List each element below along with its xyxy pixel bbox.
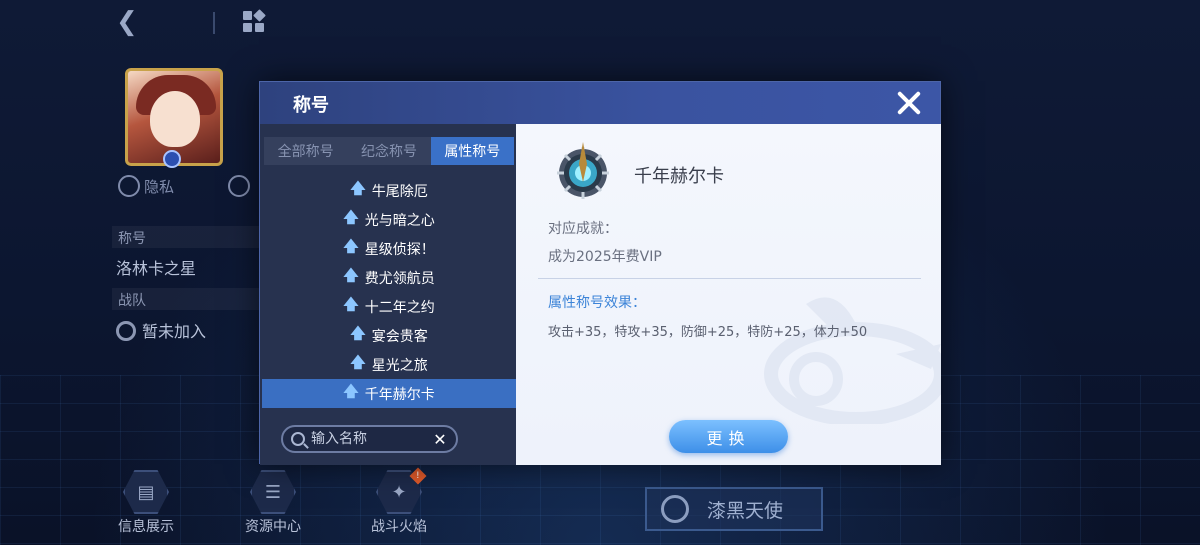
back-arrow-icon[interactable]: ❮	[116, 8, 144, 36]
watermark-emblem-icon	[764, 297, 941, 424]
privacy-label: 隐私	[144, 177, 175, 196]
apps-grid-icon[interactable]	[243, 9, 266, 33]
title-list: 🡅 牛尾除厄 🡅 光与暗之心 🡅 星级侦探！ 🡅 费尤领航员 🡅 十二年之约 🡅 宴会贵客 …	[262, 176, 516, 408]
title-list-panel: 全部称号 纪念称号 属性称号 🡅 牛尾除厄 🡅 光与暗之心 🡅 星级侦探！ 🡅 费尤领航…	[260, 124, 516, 465]
title-item-label: 十二年之约	[364, 299, 435, 316]
tab-attribute-titles[interactable]: 属性称号	[430, 137, 514, 165]
avatar-badge-icon	[163, 150, 181, 168]
up-arrow-icon: 🡅	[343, 382, 359, 400]
nav-battle-flame[interactable]: ✦ 战斗火焰	[354, 470, 444, 536]
title-item-label: 星级侦探！	[364, 241, 435, 258]
up-arrow-icon: 🡅	[350, 353, 366, 371]
title-label: 称号	[118, 231, 146, 247]
title-name: 千年赫尔卡	[634, 166, 724, 187]
privacy-icon	[118, 175, 140, 197]
toolbar-divider	[213, 12, 215, 34]
list-item[interactable]: 🡅 牛尾除厄	[262, 176, 516, 205]
list-item[interactable]: 🡅 星级侦探！	[262, 234, 516, 263]
team-value-text: 暂未加入	[142, 322, 207, 341]
title-item-label: 星光之旅	[371, 357, 428, 374]
secondary-toggle-icon[interactable]	[228, 175, 250, 197]
list-item[interactable]: 🡅 星光之旅	[262, 350, 516, 379]
tab-all-titles[interactable]: 全部称号	[264, 137, 347, 165]
condition-value: 成为2025年费VIP	[548, 249, 662, 265]
search-input[interactable]	[311, 431, 432, 447]
close-icon[interactable]	[896, 90, 922, 116]
up-arrow-icon: 🡅	[343, 295, 359, 313]
list-item[interactable]: 🡅 宴会贵客	[262, 321, 516, 350]
team-button-label: 漆黑天使	[707, 499, 784, 522]
dialog-header: 称号	[260, 82, 940, 124]
change-button[interactable]: 更换	[669, 420, 788, 453]
id-card-icon: ▤	[123, 470, 169, 514]
effect-value: 攻击+35，特攻+35，防御+25，特防+25，体力+50	[548, 325, 868, 340]
title-badge-icon	[557, 142, 609, 199]
avatar-face	[150, 91, 200, 147]
condition-label: 对应成就：	[548, 221, 618, 237]
title-detail-panel: 千年赫尔卡 对应成就： 成为2025年费VIP 属性称号效果： 攻击+35，特攻…	[516, 124, 941, 465]
list-item-selected[interactable]: 🡅 千年赫尔卡	[262, 379, 516, 408]
privacy-toggle[interactable]: 隐私	[118, 175, 174, 197]
up-arrow-icon: 🡅	[343, 237, 359, 255]
list-item[interactable]: 🡅 十二年之约	[262, 292, 516, 321]
title-value: 洛林卡之星	[116, 259, 197, 278]
title-item-label: 光与暗之心	[364, 212, 435, 229]
search-box: ✕	[281, 425, 458, 453]
team-button[interactable]: 漆黑天使	[645, 487, 823, 531]
detail-divider	[538, 278, 921, 279]
team-ring-icon	[661, 495, 689, 523]
up-arrow-icon: 🡅	[343, 208, 359, 226]
up-arrow-icon: 🡅	[350, 179, 366, 197]
nav-resource-center[interactable]: ☰ 资源中心	[228, 470, 318, 536]
tab-memorial-titles[interactable]: 纪念称号	[347, 137, 430, 165]
alert-mark: !	[416, 470, 420, 481]
list-item[interactable]: 🡅 费尤领航员	[262, 263, 516, 292]
dialog-title: 称号	[293, 95, 329, 116]
title-item-label: 费尤领航员	[364, 270, 435, 287]
up-arrow-icon: 🡅	[350, 324, 366, 342]
nav-label: 信息展示	[118, 519, 174, 535]
title-item-label: 宴会贵客	[371, 328, 428, 345]
team-value: 暂未加入	[116, 318, 206, 342]
effect-label: 属性称号效果：	[548, 295, 646, 311]
title-dialog: 称号 全部称号 纪念称号 属性称号 🡅 牛尾除厄 🡅 光与暗之心 🡅 星级侦探！ 🡅 费…	[259, 81, 941, 465]
clear-icon[interactable]: ✕	[432, 430, 448, 449]
nav-label: 战斗火焰	[371, 519, 427, 535]
team-emblem-icon	[116, 321, 136, 341]
title-item-label: 牛尾除厄	[371, 183, 428, 200]
up-arrow-icon: 🡅	[343, 266, 359, 284]
layers-icon: ☰	[250, 470, 296, 514]
title-tabs: 全部称号 纪念称号 属性称号	[264, 137, 514, 165]
nav-info-display[interactable]: ▤ 信息展示	[101, 470, 191, 536]
list-item[interactable]: 🡅 光与暗之心	[262, 205, 516, 234]
team-label: 战队	[118, 293, 146, 309]
nav-label: 资源中心	[245, 519, 301, 535]
search-icon	[291, 432, 305, 446]
title-item-label: 千年赫尔卡	[364, 386, 435, 403]
